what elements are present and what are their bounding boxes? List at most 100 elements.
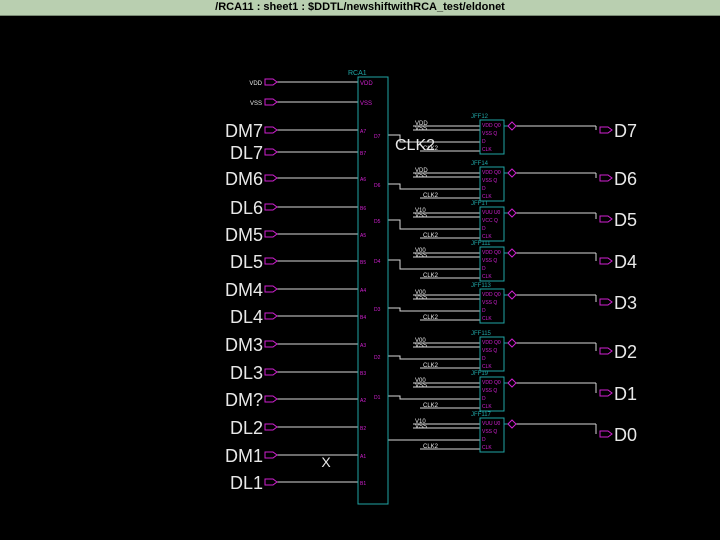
flipflop-pin-label: VSS Q: [482, 131, 497, 137]
flipflop-name: JFF117: [471, 412, 492, 418]
rca-instance-name: RCA1: [348, 70, 367, 77]
rca-supply-pin: VDD: [360, 81, 373, 87]
input-port-label: DL7: [230, 143, 263, 163]
rca-to-ff-wire: [388, 259, 480, 270]
flipflop-pin-label: D: [482, 396, 486, 402]
rca-input-pin: B3: [360, 371, 366, 377]
no-connect-marker: X: [321, 454, 331, 470]
flipflop-pin-label: CLK: [482, 404, 492, 410]
input-port-arrow[interactable]: [264, 423, 278, 431]
rca-input-pin: B2: [360, 426, 366, 432]
ff-output-pin: [507, 121, 517, 131]
output-port-arrow[interactable]: [599, 215, 613, 223]
rca-input-pin: A1: [360, 454, 366, 460]
output-port-arrow[interactable]: [599, 298, 613, 306]
input-port-label: DL3: [230, 363, 263, 383]
rca-input-pin: B5: [360, 260, 366, 266]
ff-vss-label: VSS: [415, 213, 427, 219]
rca-input-pin: A2: [360, 398, 366, 404]
rca-output-pin: D4: [374, 259, 381, 265]
rca-input-pin: A3: [360, 343, 366, 349]
window-title-bar[interactable]: /RCA11 : sheet1 : $DDTL/newshiftwithRCA_…: [0, 0, 720, 16]
ff-vss-label: VSS: [415, 173, 427, 179]
input-port-label: DL1: [230, 473, 263, 493]
flipflop-pin-label: VDD Q0: [482, 250, 501, 256]
input-port-arrow[interactable]: [264, 451, 278, 459]
input-port-label: DM4: [225, 280, 263, 300]
input-port-arrow[interactable]: [264, 312, 278, 320]
input-port-arrow[interactable]: [264, 340, 278, 348]
input-port-arrow[interactable]: [264, 126, 278, 134]
flipflop-pin-label: VSS Q: [482, 300, 497, 306]
labels-layer: RCA1 VDD VDD VSS VSS DM7 A7 DL7 B7 DM6 A6 DL6 B6 DM5 A…: [225, 70, 637, 493]
ff-clk-label: CLK2: [423, 363, 439, 369]
ff-output-pin: [507, 419, 517, 429]
output-port-label: D7: [614, 121, 637, 141]
input-port-arrow[interactable]: [264, 395, 278, 403]
flipflop-pin-label: VCC Q: [482, 218, 498, 224]
ff-clk-label: CLK2: [423, 146, 439, 152]
ff-clk-label: CLK2: [423, 444, 439, 450]
output-port-label: D1: [614, 384, 637, 404]
input-port-arrow[interactable]: [264, 230, 278, 238]
ff-output-pin: [507, 248, 517, 258]
flipflop-name: JFF111: [471, 241, 491, 247]
output-port-label: D5: [614, 210, 637, 230]
output-port-label: D2: [614, 342, 637, 362]
input-port-arrow[interactable]: [264, 257, 278, 265]
rca-output-pin: D2: [374, 355, 381, 361]
flipflop-pin-label: D: [482, 356, 486, 362]
input-port-label: DM1: [225, 446, 263, 466]
output-port-arrow[interactable]: [599, 257, 613, 265]
supply-port-arrow[interactable]: [264, 78, 278, 86]
ff-output-pin: [507, 208, 517, 218]
output-port-arrow[interactable]: [599, 126, 613, 134]
window-title: /RCA11 : sheet1 : $DDTL/newshiftwithRCA_…: [215, 1, 505, 13]
flipflop-pin-label: D: [482, 266, 486, 272]
rca-to-ff-wire: [388, 183, 480, 190]
rca-input-pin: B6: [360, 206, 366, 212]
rca-output-pin: D7: [374, 134, 381, 140]
ff-vss-label: VSS: [415, 383, 427, 389]
flipflop-pin-label: VDD Q0: [482, 340, 501, 346]
input-port-arrow[interactable]: [264, 174, 278, 182]
rca-to-ff-wire: [388, 219, 480, 230]
flipflop-pin-label: VDD Q0: [482, 170, 501, 176]
supply-port-arrow[interactable]: [264, 98, 278, 106]
rca-output-pin: D3: [374, 307, 381, 313]
flipflop-pin-label: CLK: [482, 364, 492, 370]
ff-vss-label: VSS: [415, 126, 427, 132]
input-port-arrow[interactable]: [264, 478, 278, 486]
flipflop-pin-label: VUU U0: [482, 421, 501, 427]
schematic-canvas[interactable]: RCA1 VDD VDD VSS VSS DM7 A7 DL7 B7 DM6 A6 DL6 B6 DM5 A…: [0, 15, 720, 540]
rca-supply-pin: VSS: [360, 101, 372, 107]
ff-output-pin: [507, 168, 517, 178]
flipflop-name: JFF12: [471, 114, 489, 120]
input-port-arrow[interactable]: [264, 203, 278, 211]
supply-port-label: VSS: [250, 101, 262, 107]
flipflop-pin-label: D: [482, 437, 486, 443]
flipflop-pin-label: VSS Q: [482, 348, 497, 354]
ff-output-pin: [507, 338, 517, 348]
ff-clk-label: CLK2: [423, 403, 439, 409]
input-port-arrow[interactable]: [264, 148, 278, 156]
rca-to-ff-wire: [388, 355, 480, 360]
input-port-arrow[interactable]: [264, 285, 278, 293]
flipflop-pin-label: VUU U0: [482, 210, 501, 216]
input-port-arrow[interactable]: [264, 368, 278, 376]
output-port-arrow[interactable]: [599, 174, 613, 182]
flipflop-pin-label: CLK: [482, 445, 492, 451]
ff-vss-label: VSS: [415, 343, 427, 349]
flipflop-pin-label: VDD Q0: [482, 123, 501, 129]
rca-to-ff-wire: [388, 395, 480, 400]
output-port-arrow[interactable]: [599, 389, 613, 397]
ff-vss-label: VSS: [415, 253, 427, 259]
flipflop-name: JFF115: [471, 331, 492, 337]
rca-input-pin: A6: [360, 177, 366, 183]
rca-to-ff-wire: [388, 307, 480, 312]
input-port-label: DM?: [225, 390, 263, 410]
output-port-label: D3: [614, 293, 637, 313]
rca-input-pin: A5: [360, 233, 366, 239]
output-port-arrow[interactable]: [599, 430, 613, 438]
output-port-arrow[interactable]: [599, 347, 613, 355]
